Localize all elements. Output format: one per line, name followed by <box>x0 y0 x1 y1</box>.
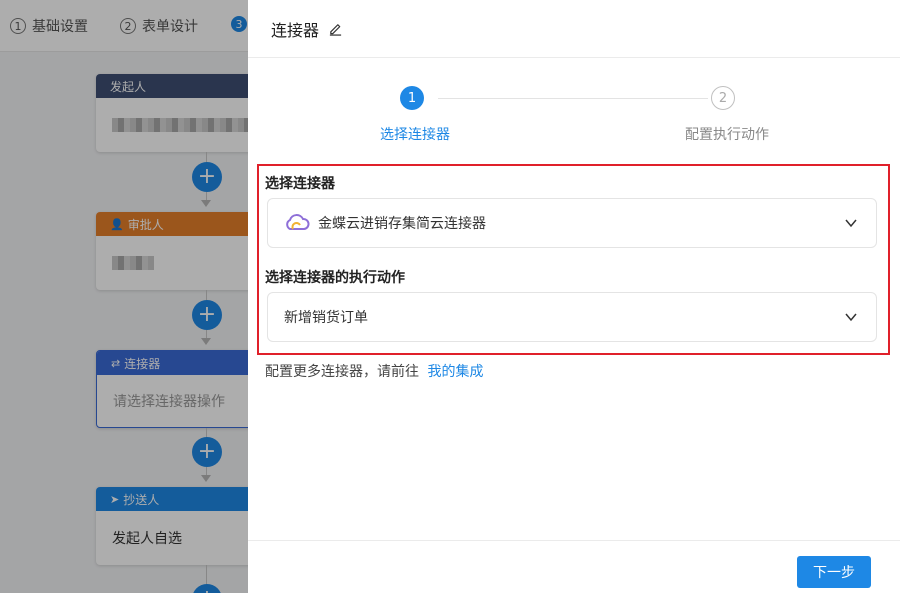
action-section-label: 选择连接器的执行动作 <box>265 270 405 286</box>
step-2-label[interactable]: 配置执行动作 <box>685 124 769 144</box>
edit-icon[interactable] <box>327 21 343 37</box>
action-select-value: 新增销货订单 <box>284 310 368 326</box>
cloud-icon <box>284 213 310 233</box>
more-connectors-text: 配置更多连接器，请前往 <box>265 364 419 380</box>
action-select[interactable]: 新增销货订单 <box>267 292 877 342</box>
my-integrations-link[interactable]: 我的集成 <box>427 364 483 380</box>
connector-select-value: 金蝶云进销存集简云连接器 <box>318 216 486 232</box>
connector-drawer: 连接器 1 2 选择连接器 配置执行动作 选择连接器 金蝶云进销存集简云连接器 … <box>248 0 900 593</box>
drawer-footer: 下一步 <box>248 540 900 593</box>
chevron-down-icon <box>845 313 857 322</box>
next-step-button[interactable]: 下一步 <box>797 556 871 588</box>
connector-select[interactable]: 金蝶云进销存集简云连接器 <box>267 198 877 248</box>
drawer-title: 连接器 <box>271 20 320 40</box>
drawer-steps: 1 2 选择连接器 配置执行动作 <box>248 84 900 144</box>
chevron-down-icon <box>845 219 857 228</box>
step-2-circle[interactable]: 2 <box>711 86 735 110</box>
step-line <box>438 98 708 99</box>
step-1-circle[interactable]: 1 <box>400 86 424 110</box>
step-1-label[interactable]: 选择连接器 <box>380 124 450 144</box>
more-connectors-hint: 配置更多连接器，请前往 我的集成 <box>265 361 483 381</box>
connector-section-label: 选择连接器 <box>265 176 335 192</box>
drawer-header: 连接器 <box>248 0 900 58</box>
